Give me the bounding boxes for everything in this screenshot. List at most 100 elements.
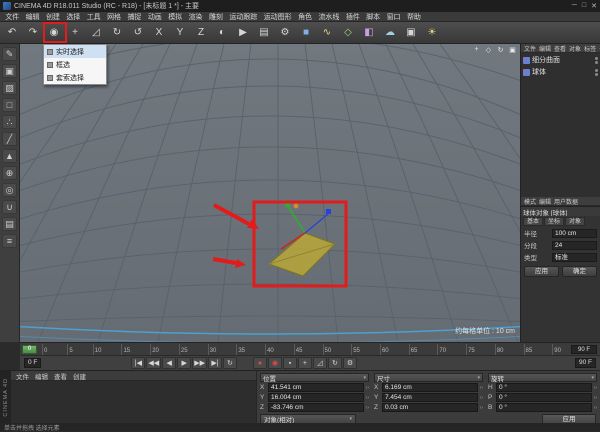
play-button[interactable]: ▶ [177, 357, 192, 369]
y-axis-lock-icon[interactable]: Y [170, 24, 190, 42]
object-manager-menu-item[interactable]: 编辑 [538, 44, 552, 53]
menu-item[interactable]: 网格 [104, 12, 124, 22]
coordinate-input[interactable]: 0 ° [496, 393, 592, 402]
convert-editable-icon[interactable]: ✎ [2, 47, 17, 61]
add-generator-icon[interactable]: ◇ [338, 24, 358, 42]
scale-icon[interactable]: ◿ [86, 24, 106, 42]
stepper-arrows-icon[interactable] [480, 395, 483, 401]
menu-item[interactable]: 脚本 [363, 12, 383, 22]
menu-item[interactable]: 编辑 [22, 12, 42, 22]
selected-polygon[interactable] [268, 232, 336, 277]
material-menu-item[interactable]: 创建 [71, 371, 88, 381]
object-manager-menu-item[interactable]: 对象 [568, 44, 582, 53]
stepper-arrows-icon[interactable] [480, 405, 483, 411]
last-tool-icon[interactable]: ↺ [128, 24, 148, 42]
pan-view-icon[interactable]: + [472, 46, 481, 54]
key-scale-button[interactable]: ◿ [312, 357, 327, 369]
object-manager-menu-item[interactable]: 查看 [553, 44, 567, 53]
add-camera-icon[interactable]: ▣ [401, 24, 421, 42]
attribute-tab[interactable]: 对象 [565, 217, 586, 226]
stepper-arrows-icon[interactable] [480, 385, 483, 391]
position-dropdown[interactable]: 位置 [260, 373, 369, 383]
menu-item[interactable]: 帮助 [404, 12, 424, 22]
add-deformer-icon[interactable]: ◧ [359, 24, 379, 42]
timeline-ruler[interactable]: 0 0 5 10 15 20 25 30 35 40 45 50 55 60 65 70 75 80 85 90 9… [20, 342, 600, 355]
attribute-tab[interactable]: 基本 [523, 217, 544, 226]
previous-frame-button[interactable]: ◀ [162, 357, 177, 369]
menu-item[interactable]: 捕捉 [124, 12, 144, 22]
minimize-button[interactable]: ─ [572, 2, 577, 10]
add-light-icon[interactable]: ☀ [422, 24, 442, 42]
stepper-arrows-icon[interactable] [366, 395, 369, 401]
maximize-button[interactable]: □ [582, 2, 586, 10]
viewport[interactable]: + ◇ ↻ ▣ 约每格单位 : 10 cm [20, 44, 520, 342]
menu-item[interactable]: 窗口 [383, 12, 403, 22]
stepper-arrows-icon[interactable] [594, 385, 597, 391]
menu-item[interactable]: 渲染 [185, 12, 205, 22]
stepper-arrows-icon[interactable] [366, 405, 369, 411]
autokey-button[interactable]: ◉ [267, 357, 282, 369]
redo-icon[interactable]: ↷ [23, 24, 43, 42]
go-to-end-button[interactable]: ▶| [207, 357, 222, 369]
object-row[interactable]: 细分曲面 [521, 54, 600, 66]
workplane-lock-icon[interactable]: ▤ [2, 217, 17, 231]
coordinate-input[interactable]: -83.746 cm [268, 403, 364, 412]
polygons-mode-icon[interactable]: ▲ [2, 149, 17, 163]
z-axis-lock-icon[interactable]: Z [191, 24, 211, 42]
menu-item[interactable]: 文件 [2, 12, 22, 22]
viewport-canvas[interactable] [20, 44, 520, 342]
object-row[interactable]: 球体 [521, 66, 600, 78]
panel-button[interactable]: 应用 [524, 266, 559, 277]
key-rotation-button[interactable]: ↻ [327, 357, 342, 369]
flyout-item-live-selection[interactable]: 实时选择 [44, 45, 106, 58]
attribute-tab[interactable]: 坐标 [544, 217, 565, 226]
menu-item[interactable]: 运动图形 [261, 12, 295, 22]
coordinate-input[interactable]: 0.03 cm [382, 403, 478, 412]
attribute-value-input[interactable]: 标准 [552, 252, 597, 262]
record-keyframe-button[interactable]: ● [252, 357, 267, 369]
coordinate-input[interactable]: 41.541 cm [268, 383, 364, 392]
rotate-icon[interactable]: ↻ [107, 24, 127, 42]
timeline-playhead[interactable]: 0 [22, 345, 37, 354]
attribute-manager-menu-item[interactable]: 编辑 [538, 197, 552, 206]
loop-button[interactable]: ↻ [222, 357, 237, 369]
size-dropdown[interactable]: 尺寸 [374, 373, 483, 383]
model-mode-icon[interactable]: ▣ [2, 64, 17, 78]
coordinate-input[interactable]: 0 ° [496, 403, 592, 412]
visibility-dots[interactable] [595, 56, 598, 64]
stepper-arrows-icon[interactable] [366, 385, 369, 391]
coordinate-system-icon[interactable]: ◐ [212, 24, 232, 42]
panel-button[interactable]: 确定 [562, 266, 597, 277]
solo-mode-icon[interactable]: ◎ [2, 183, 17, 197]
flyout-item-lasso-selection[interactable]: 套索选择 [44, 71, 106, 84]
add-primitive-icon[interactable]: ■ [296, 24, 316, 42]
menu-item[interactable]: 插件 [343, 12, 363, 22]
attribute-manager-menu-item[interactable]: 模式 [523, 197, 537, 206]
coordinate-input[interactable]: 16.004 cm [268, 393, 364, 402]
workplane-mode-icon[interactable]: □ [2, 98, 17, 112]
object-manager-menu-item[interactable]: 文件 [523, 44, 537, 53]
toggle-view-icon[interactable]: ▣ [508, 46, 517, 54]
snap-icon[interactable]: ∪ [2, 200, 17, 214]
render-view-icon[interactable]: ▶ [233, 24, 253, 42]
previous-key-button[interactable]: ◀◀ [146, 357, 162, 369]
enable-axis-icon[interactable]: ⊕ [2, 166, 17, 180]
coordinate-input[interactable]: 6.169 cm [382, 383, 478, 392]
menu-item[interactable]: 工具 [84, 12, 104, 22]
end-frame-field-2[interactable]: 90 F [574, 358, 596, 368]
render-to-picture-icon[interactable]: ▤ [254, 24, 274, 42]
add-environment-icon[interactable]: ☁ [380, 24, 400, 42]
undo-icon[interactable]: ↶ [2, 24, 22, 42]
menu-item[interactable]: 角色 [295, 12, 315, 22]
zoom-view-icon[interactable]: ◇ [484, 46, 493, 54]
move-icon[interactable]: + [65, 24, 85, 42]
next-frame-button[interactable]: ▶▶ [192, 357, 207, 369]
quantize-icon[interactable]: ≡ [2, 234, 17, 248]
object-manager-menu-item[interactable]: 标签 [583, 44, 597, 53]
render-settings-icon[interactable]: ⚙ [275, 24, 295, 42]
material-menu-item[interactable]: 编辑 [33, 371, 50, 381]
menu-item[interactable]: 模拟 [165, 12, 185, 22]
menu-item[interactable]: 选择 [63, 12, 83, 22]
edges-mode-icon[interactable]: ╱ [2, 132, 17, 146]
visibility-dots[interactable] [595, 68, 598, 76]
